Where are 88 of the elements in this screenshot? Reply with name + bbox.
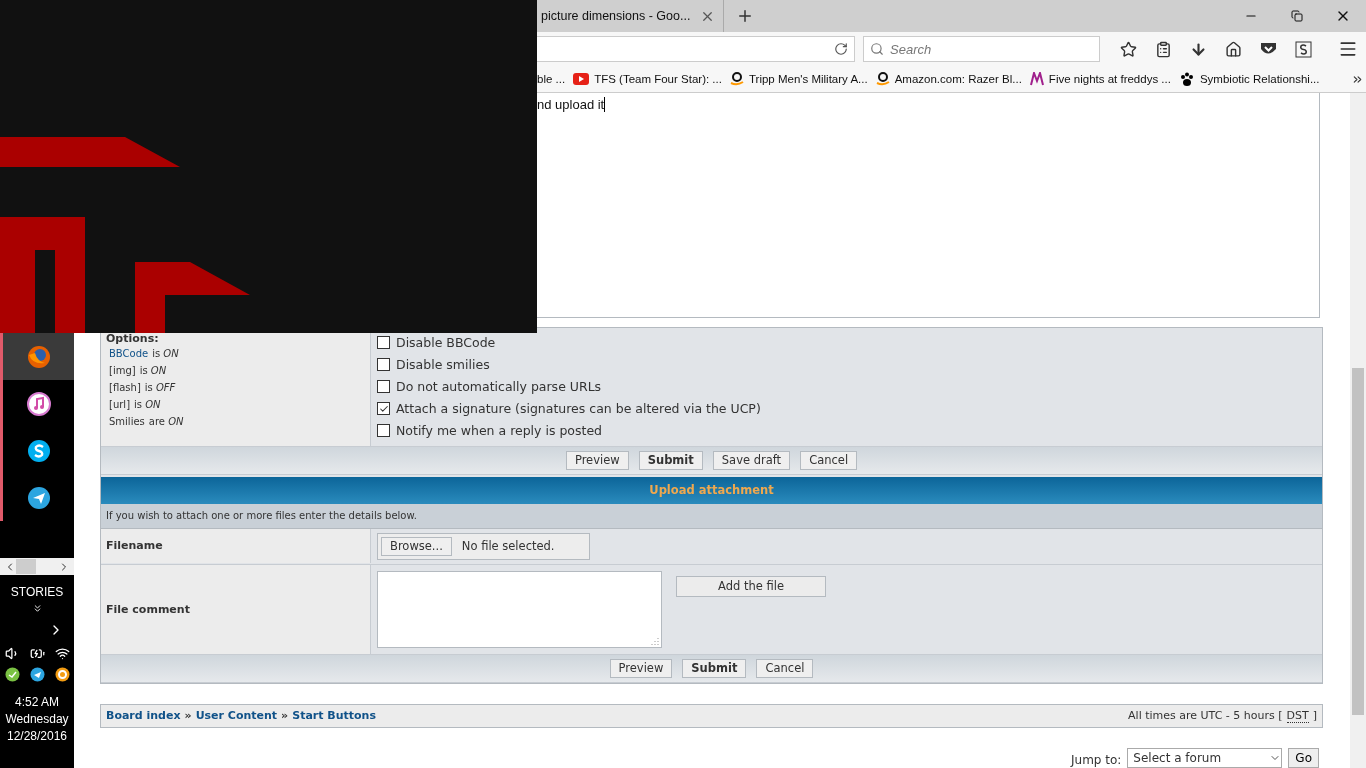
form-button[interactable]: Preview: [565, 450, 629, 470]
home-icon[interactable]: [1225, 40, 1242, 58]
video-icon: [573, 73, 590, 85]
bookmark-item[interactable]: Tripp Men's Military A...: [729, 72, 868, 86]
bbcode-link[interactable]: BBCode: [109, 347, 149, 359]
checkbox[interactable]: [377, 336, 390, 350]
comment-field[interactable]: [377, 570, 662, 648]
options-label: Options:: [106, 331, 160, 345]
checkbox[interactable]: [377, 358, 390, 372]
bookmark-item[interactable]: Five nights at freddys ...: [1029, 72, 1171, 86]
option-name: [flash]: [109, 381, 141, 393]
search-icon: [870, 42, 884, 56]
clipboard-list-icon[interactable]: [1155, 40, 1172, 58]
clock-day[interactable]: Wednesday: [5, 711, 69, 728]
form-button[interactable]: Submit: [682, 658, 747, 678]
breadcrumb-link[interactable]: Start Buttons: [292, 709, 376, 723]
browse-button[interactable]: Browse...: [381, 536, 452, 556]
check-icon: [378, 403, 389, 414]
fox-globe-icon: [26, 344, 51, 369]
forum-select[interactable]: Select a forum: [1127, 748, 1283, 768]
form-button[interactable]: Preview: [609, 658, 673, 678]
checkbox-label: Disable smilies: [396, 357, 490, 373]
wifi-icon[interactable]: [54, 646, 70, 661]
breadcrumb-separator: »: [281, 709, 289, 723]
ring-icon[interactable]: [54, 667, 70, 682]
breadcrumb-link[interactable]: Board index: [106, 709, 181, 723]
s-circle-icon: [26, 438, 51, 463]
app-tile[interactable]: [0, 333, 74, 380]
clock-date[interactable]: 12/28/2016: [6, 728, 68, 745]
reload-icon[interactable]: [834, 42, 848, 56]
option-state: is OFF: [144, 381, 176, 393]
go-button[interactable]: Go: [1288, 748, 1319, 768]
star-icon[interactable]: [1120, 40, 1137, 58]
resize-grip-icon: [651, 636, 659, 645]
breadcrumb-link[interactable]: User Content: [195, 709, 278, 723]
option-state: is ON: [152, 347, 179, 359]
option-name: [img]: [109, 364, 136, 376]
bracket-text: ]: [1312, 708, 1317, 723]
smile-arrow-icon: [875, 72, 890, 86]
form-button[interactable]: Save draft: [712, 450, 791, 470]
option-name: Smilies: [109, 415, 145, 427]
form-button[interactable]: Cancel: [800, 450, 858, 470]
script-icon: [1029, 72, 1044, 86]
checkbox-label: Disable BBCode: [396, 335, 496, 351]
checkbox-label: Attach a signature (signatures can be altered via the UCP): [396, 401, 761, 417]
bookmark-item[interactable]: Amazon.com: Razer Bl...: [875, 72, 1022, 86]
paw-icon: [1178, 71, 1195, 87]
checkbox-label: Do not automatically parse URLs: [396, 379, 602, 395]
s-square-icon[interactable]: [1295, 40, 1312, 58]
option-state: is ON: [134, 398, 161, 410]
section-title: Upload attachment: [649, 483, 774, 498]
download-icon[interactable]: [1190, 40, 1207, 58]
paper-plane-icon[interactable]: [29, 667, 45, 682]
option-name: [url]: [109, 398, 131, 410]
address-field[interactable]: [537, 36, 855, 62]
check-badge-icon[interactable]: [4, 667, 20, 682]
checkbox-label: Notify me when a reply is posted: [396, 423, 603, 439]
message-textarea[interactable]: nd upload it: [537, 93, 1320, 318]
search-field[interactable]: Search: [863, 36, 1100, 62]
paper-plane-icon: [26, 485, 51, 510]
bookmark-item[interactable]: Symbiotic Relationshi...: [1178, 71, 1320, 87]
add-file-button[interactable]: Add the file: [676, 575, 826, 597]
form-button[interactable]: Cancel: [756, 658, 814, 678]
form-button[interactable]: Submit: [638, 450, 703, 470]
info-text: If you wish to attach one or more files enter the details below.: [106, 510, 417, 522]
smile-arrow-icon: [729, 72, 744, 86]
file-input[interactable]: Browse... No file selected.: [377, 532, 590, 560]
checkbox[interactable]: [377, 402, 390, 416]
field-label: Filename: [106, 539, 164, 553]
timezone-text: All times are UTC - 5 hours [: [1128, 708, 1283, 723]
option-state: is ON: [139, 364, 167, 376]
restore-icon[interactable]: [1291, 10, 1303, 22]
checkbox[interactable]: [377, 424, 390, 438]
bookmark-item[interactable]: TFS (Team Four Star): ...: [573, 73, 722, 85]
menu-icon[interactable]: [1338, 39, 1358, 59]
battery-icon[interactable]: [29, 646, 45, 661]
field-label: File comment: [106, 602, 191, 616]
dst-abbr: DST: [1286, 708, 1309, 723]
jump-label: Jump to:: [1071, 753, 1122, 767]
scrollbar[interactable]: [1350, 93, 1366, 768]
checkbox[interactable]: [377, 380, 390, 394]
horizontal-scrollbar[interactable]: [0, 558, 74, 575]
clock-time[interactable]: 4:52 AM: [15, 694, 59, 711]
section-label: STORIES: [10, 585, 64, 599]
bookmark-item[interactable]: ble ...: [537, 73, 566, 85]
option-state: are ON: [148, 415, 184, 427]
breadcrumb-separator: »: [184, 709, 192, 723]
music-note-icon: [26, 391, 51, 416]
